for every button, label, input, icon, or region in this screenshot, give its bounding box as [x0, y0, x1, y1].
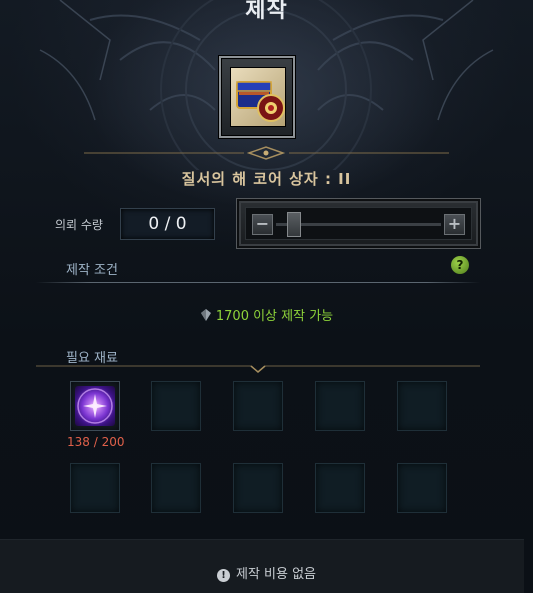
requirement-text: 1700 이상 제작 가능 [215, 309, 334, 324]
material-slot-4 [315, 381, 365, 431]
slider-handle[interactable] [287, 212, 301, 237]
info-icon: ! [216, 569, 230, 582]
material-slot-6 [70, 463, 120, 513]
craft-cost-text: 제작 비용 없음 [235, 567, 317, 582]
material-slot-5 [397, 381, 447, 431]
treasure-chest-icon [230, 67, 286, 127]
item-name: 질서의 해 코어 상자 : II [181, 170, 352, 188]
quantity-label: 의뢰 수량 [55, 218, 103, 232]
material-slot-1[interactable] [70, 381, 120, 431]
quantity-slider: − + [236, 198, 481, 249]
purple-orb-icon [75, 386, 115, 426]
material-slot-7 [151, 463, 201, 513]
craft-conditions-label: 제작 조건 [66, 263, 118, 278]
material-slot-8 [233, 463, 283, 513]
material-count: 138 / 200 [67, 435, 125, 449]
decrease-button[interactable]: − [252, 214, 273, 235]
window-title: 제작 [245, 0, 288, 23]
slider-track-area: − + [245, 207, 472, 240]
divider-ornament [84, 146, 449, 160]
material-slot-9 [315, 463, 365, 513]
section-divider [36, 282, 480, 283]
craft-cost: ! 제작 비용 없음 [0, 563, 533, 582]
quantity-input[interactable]: 0 / 0 [120, 208, 215, 240]
material-slot-3 [233, 381, 283, 431]
gem-icon [200, 309, 211, 321]
material-slot-2 [151, 381, 201, 431]
increase-button[interactable]: + [444, 214, 465, 235]
craft-requirement: 1700 이상 제작 가능 [0, 305, 533, 324]
help-icon[interactable]: ? [451, 256, 469, 274]
materials-divider [36, 365, 480, 373]
material-slot-10 [397, 463, 447, 513]
crafting-panel: 제작 질서의 해 코어 상자 : II 의뢰 수량 0 / 0 − + 제작 조… [0, 0, 533, 593]
item-icon-frame[interactable] [219, 56, 295, 138]
